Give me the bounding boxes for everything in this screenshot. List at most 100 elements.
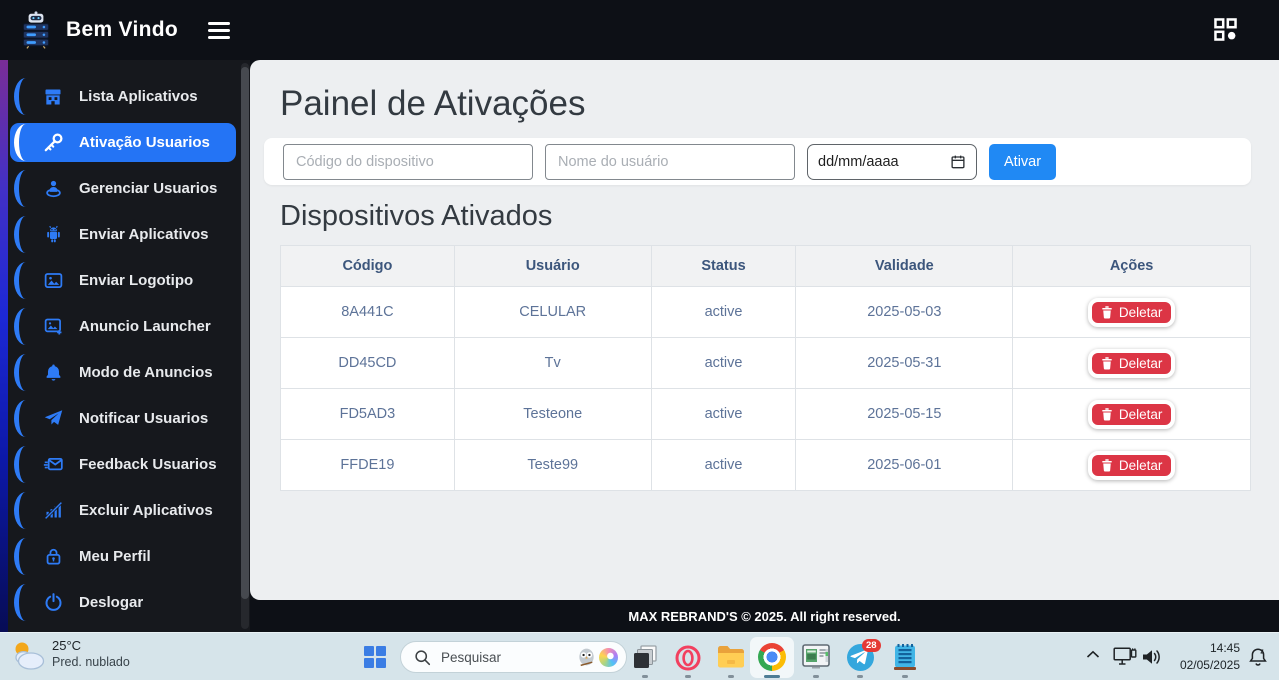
sidebar-item-label: Anuncio Launcher: [79, 318, 211, 335]
trash-icon: [1101, 459, 1113, 472]
sidebar-item-label: Lista Aplicativos: [79, 88, 198, 105]
sidebar-item-gerenciar-usuarios[interactable]: Gerenciar Usuarios: [10, 169, 236, 208]
sidebar: Lista Aplicativos Ativação Usuarios: [0, 60, 250, 632]
sidebar-scrollbar[interactable]: [241, 63, 249, 629]
opera-gx-icon[interactable]: [674, 644, 702, 672]
sidebar-item-meu-perfil[interactable]: Meu Perfil: [10, 537, 236, 576]
delete-button-label: Deletar: [1119, 305, 1163, 320]
sidebar-item-anuncio-launcher[interactable]: Anuncio Launcher: [10, 307, 236, 346]
col-header-validade: Validade: [796, 246, 1013, 287]
cell-validade: 2025-05-03: [796, 287, 1013, 338]
devices-table: Código Usuário Status Validade Ações 8A4…: [280, 245, 1251, 491]
user-ring-icon: [42, 178, 64, 199]
running-indicator: [813, 675, 819, 678]
taskbar: 25°C Pred. nublado Pesquisar: [0, 632, 1279, 680]
delete-button[interactable]: Deletar: [1088, 298, 1176, 327]
sidebar-scrollbar-thumb[interactable]: [241, 67, 249, 599]
cell-status: active: [651, 338, 796, 389]
table-header-row: Código Usuário Status Validade Ações: [281, 246, 1251, 287]
sidebar-item-deslogar[interactable]: Deslogar: [10, 583, 236, 622]
sidebar-item-excluir-aplicativos[interactable]: Excluir Aplicativos: [10, 491, 236, 530]
delete-button[interactable]: Deletar: [1088, 451, 1176, 480]
trash-icon: [1101, 306, 1113, 319]
bracket-accent: [14, 492, 31, 529]
running-indicator: [857, 675, 863, 678]
power-icon: [42, 592, 64, 613]
running-indicator: [902, 675, 908, 678]
sidebar-item-lista-aplicativos[interactable]: Lista Aplicativos: [10, 77, 236, 116]
notes-app-icon[interactable]: [892, 643, 918, 671]
sidebar-item-label: Notificar Usuarios: [79, 410, 208, 427]
weather-widget[interactable]: 25°C Pred. nublado: [52, 638, 130, 670]
delete-button-label: Deletar: [1119, 407, 1163, 422]
date-value: dd/mm/aaaa: [818, 154, 899, 170]
ativar-button[interactable]: Ativar: [989, 144, 1056, 180]
tray-chevron-up-icon[interactable]: [1086, 650, 1100, 659]
chrome-icon[interactable]: [758, 643, 786, 671]
sidebar-item-feedback-usuarios[interactable]: Feedback Usuarios: [10, 445, 236, 484]
bracket-accent: [14, 354, 31, 391]
sidebar-item-label: Enviar Aplicativos: [79, 226, 209, 243]
cell-usuario: Tv: [454, 338, 651, 389]
gradient-accent-strip: [0, 60, 8, 632]
bracket-accent: [14, 262, 31, 299]
taskbar-clock[interactable]: 14:45 02/05/2025: [1158, 640, 1240, 673]
start-button[interactable]: [364, 646, 386, 668]
bracket-accent: [14, 446, 31, 483]
cell-codigo: DD45CD: [281, 338, 455, 389]
sidebar-item-enviar-aplicativos[interactable]: Enviar Aplicativos: [10, 215, 236, 254]
image-icon: [42, 270, 64, 291]
cell-usuario: Teste99: [454, 440, 651, 491]
bracket-accent: [14, 216, 31, 253]
table-row: 8A441C CELULAR active 2025-05-03: [281, 287, 1251, 338]
screen: Bem Vindo: [0, 0, 1279, 680]
col-header-usuario: Usuário: [454, 246, 651, 287]
taskbar-search[interactable]: Pesquisar: [400, 641, 627, 673]
active-running-indicator: [764, 675, 780, 678]
sidebar-item-ativacao-usuarios[interactable]: Ativação Usuarios: [10, 123, 236, 162]
user-name-input[interactable]: [545, 144, 795, 180]
sidebar-item-label: Deslogar: [79, 594, 143, 611]
cell-status: active: [651, 440, 796, 491]
bracket-accent: [14, 170, 31, 207]
bracket-accent: [14, 584, 31, 621]
task-view-icon[interactable]: [632, 644, 658, 670]
telegram-icon[interactable]: 28: [846, 643, 875, 672]
sidebar-item-enviar-logotipo[interactable]: Enviar Logotipo: [10, 261, 236, 300]
notification-bell-icon[interactable]: z: [1247, 646, 1269, 668]
sidebar-item-notificar-usuarios[interactable]: Notificar Usuarios: [10, 399, 236, 438]
cell-acoes: Deletar: [1013, 338, 1251, 389]
system-monitor-icon[interactable]: [802, 644, 830, 670]
bracket-accent: [14, 400, 31, 437]
date-input[interactable]: dd/mm/aaaa: [807, 144, 977, 180]
cell-codigo: 8A441C: [281, 287, 455, 338]
cell-validade: 2025-06-01: [796, 440, 1013, 491]
cell-validade: 2025-05-31: [796, 338, 1013, 389]
calendar-icon[interactable]: [950, 154, 966, 170]
delete-button-label: Deletar: [1119, 356, 1163, 371]
cell-status: active: [651, 389, 796, 440]
cell-acoes: Deletar: [1013, 440, 1251, 491]
delete-button[interactable]: Deletar: [1088, 349, 1176, 378]
sidebar-item-label: Meu Perfil: [79, 548, 151, 565]
sidebar-item-modo-de-anuncios[interactable]: Modo de Anuncios: [10, 353, 236, 392]
activation-form: dd/mm/aaaa Ativar: [264, 138, 1251, 185]
weather-icon[interactable]: [10, 639, 48, 673]
trash-icon: [1101, 408, 1113, 421]
hamburger-menu-icon[interactable]: [208, 22, 230, 39]
bracket-accent: [14, 124, 31, 161]
network-icon[interactable]: [1113, 647, 1137, 667]
device-code-input[interactable]: [283, 144, 533, 180]
running-indicator: [685, 675, 691, 678]
cell-validade: 2025-05-15: [796, 389, 1013, 440]
file-explorer-icon[interactable]: [716, 644, 746, 670]
cell-acoes: Deletar: [1013, 287, 1251, 338]
qr-grid-icon[interactable]: [1214, 18, 1237, 41]
store-icon: [42, 87, 64, 107]
sidebar-item-label: Excluir Aplicativos: [79, 502, 213, 519]
bracket-accent: [14, 538, 31, 575]
trash-icon: [1101, 357, 1113, 370]
delete-button[interactable]: Deletar: [1088, 400, 1176, 429]
robot-server-logo-icon: [20, 11, 52, 49]
image-plus-icon: [42, 316, 64, 337]
